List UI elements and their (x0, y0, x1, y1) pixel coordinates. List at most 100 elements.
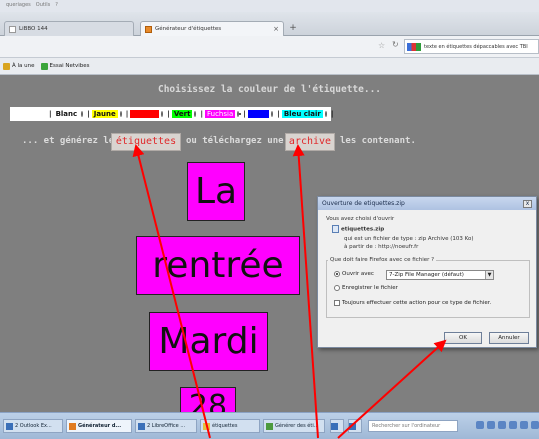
taskbar-item-generer[interactable]: Générer des éti... (263, 419, 325, 433)
taskbar-label: 2 Outlook Ex... (15, 423, 52, 429)
select-value: 7-Zip File Manager (défaut) (389, 272, 464, 278)
dialog-from-line: à partir de : http://noeufr.fr (344, 244, 419, 250)
label-card: Mardi (149, 312, 268, 371)
color-selector: | Blanc | Jaune | Rouge | Vert | Fuchsia… (10, 107, 333, 121)
taskbar: 2 Outlook Ex... Générateur d... 2 LibreO… (0, 412, 539, 439)
new-tab-button[interactable]: + (286, 23, 300, 35)
dialog-intro: Vous avez choisi d'ouvrir (326, 216, 395, 222)
tab-label: Générateur d'étiquettes (155, 26, 222, 32)
instruction-text-middle: ou téléchargez une (186, 136, 284, 146)
document-icon (266, 422, 273, 430)
menu-bar: queriages Outils ? (0, 0, 539, 12)
always-label: Toujours effectuer cette action pour ce … (342, 300, 492, 306)
bookmark-label: Essai Netvibes (49, 63, 90, 69)
dialog-title: Ouverture de etiquettes.zip (322, 200, 405, 207)
color-radio-bleu[interactable] (271, 111, 274, 117)
tab-generateur[interactable]: Générateur d'étiquettes × (140, 21, 284, 36)
firefox-page-icon (145, 25, 152, 33)
color-label-fuchsia: Fuchsia (205, 110, 236, 118)
reload-icon[interactable]: ↻ (392, 40, 399, 49)
archive-button[interactable]: archive (285, 133, 335, 151)
download-dialog: Ouverture de etiquettes.zip x Vous avez … (317, 196, 537, 348)
tab-label: LiBBO 144 (19, 26, 48, 32)
color-radio-fuchsia[interactable] (237, 111, 242, 117)
taskbar-label: étiquettes (212, 423, 238, 429)
color-radio-blanc[interactable] (81, 111, 84, 117)
menu-item[interactable]: queriages (6, 2, 31, 10)
tray-icon[interactable] (509, 421, 517, 429)
firefox-icon (69, 422, 76, 430)
dialog-filename: etiquettes.zip (332, 225, 384, 233)
open-with-option[interactable]: Ouvrir avec (334, 271, 374, 277)
filename-text: etiquettes.zip (341, 226, 385, 233)
outlook-icon (6, 422, 13, 430)
taskbar-item-generateur[interactable]: Générateur d... (66, 419, 132, 433)
instruction-text-end: les contenant. (340, 136, 416, 146)
save-file-radio[interactable] (334, 285, 340, 291)
color-radio-bleu-clair[interactable] (324, 111, 327, 117)
color-radio-rouge[interactable] (161, 111, 164, 117)
tray-icon[interactable] (520, 421, 528, 429)
menu-item[interactable]: ? (55, 2, 58, 10)
app-icon (331, 422, 338, 430)
search-engine-icon[interactable] (407, 42, 421, 51)
chevron-down-icon[interactable]: ▼ (485, 271, 493, 279)
bookmark-star-icon[interactable]: ☆ (378, 41, 385, 50)
taskbar-item-libreoffice[interactable]: 2 LibreOffice ... (135, 419, 197, 433)
save-file-option[interactable]: Enregistrer le fichier (334, 285, 398, 291)
bookmarks-toolbar: À la une Essai Netvibes (0, 58, 539, 75)
search-value: texte en étiquettes dépaccables avec TBI (424, 43, 528, 50)
color-label-rouge: Rouge (130, 110, 160, 118)
color-radio-jaune[interactable] (119, 111, 122, 117)
label-card: rentrée (136, 236, 300, 295)
always-option[interactable]: Toujours effectuer cette action pour ce … (334, 300, 491, 306)
color-label-bleu: Bleu (247, 110, 270, 118)
page-heading: Choisissez la couleur de l'étiquette... (157, 84, 382, 95)
taskbar-label: Générer des éti... (275, 423, 319, 429)
taskbar-item-outlook[interactable]: 2 Outlook Ex... (3, 419, 63, 433)
dialog-type-line: qui est un fichier de type : zip Archive… (344, 236, 474, 242)
color-label-bleu-clair: Bleu clair (281, 110, 323, 118)
action-question: Que doit faire Firefox avec ce fichier ? (328, 257, 437, 263)
ok-button[interactable]: OK (444, 332, 482, 344)
cancel-button[interactable]: Annuler (489, 332, 529, 344)
bookmark-label: À la une (12, 63, 35, 69)
taskbar-app-icon[interactable] (330, 419, 344, 433)
tray-icon[interactable] (476, 421, 484, 429)
menu-item[interactable]: Outils (36, 2, 50, 10)
taskbar-search-input[interactable]: Rechercher sur l'ordinateur (368, 420, 458, 432)
tray-icon[interactable] (487, 421, 495, 429)
instruction-text: ... et générez les (22, 136, 120, 146)
taskbar-app-icon[interactable] (348, 419, 362, 433)
taskbar-label: 2 LibreOffice ... (147, 423, 186, 429)
open-with-radio[interactable] (334, 271, 340, 277)
search-input[interactable]: texte en étiquettes dépaccables avec TBI (404, 39, 539, 54)
navigation-bar: ☆ ↻ texte en étiquettes dépaccables avec… (0, 36, 539, 58)
rss-icon (3, 62, 10, 70)
open-with-select[interactable]: 7-Zip File Manager (défaut) ▼ (386, 270, 494, 280)
page-icon (9, 25, 16, 33)
close-icon[interactable]: x (523, 199, 532, 208)
tab-libbo[interactable]: LiBBO 144 (4, 21, 134, 36)
netvibes-icon (40, 62, 48, 70)
etiquettes-button[interactable]: étiquettes (111, 133, 181, 151)
zip-file-icon (332, 225, 339, 233)
close-tab-icon[interactable]: × (273, 25, 279, 33)
bookmark-netvibes[interactable]: Essai Netvibes (40, 62, 90, 70)
tray-icon[interactable] (498, 421, 506, 429)
save-file-label: Enregistrer le fichier (342, 285, 398, 291)
color-label-blanc: Blanc (53, 110, 80, 118)
color-label-vert: Vert (171, 110, 193, 118)
color-radio-vert[interactable] (194, 111, 197, 117)
tab-strip: LiBBO 144 Générateur d'étiquettes × + (0, 12, 539, 36)
app-icon (349, 422, 356, 430)
tray-icon[interactable] (531, 421, 539, 429)
libreoffice-icon (138, 422, 145, 430)
bookmark-a-la-une[interactable]: À la une (3, 62, 35, 70)
system-tray (476, 421, 539, 429)
label-card: La (187, 162, 245, 221)
open-with-label: Ouvrir avec (342, 271, 374, 277)
color-label-jaune: Jaune (91, 110, 118, 118)
taskbar-item-etiquettes[interactable]: étiquettes (200, 419, 260, 433)
always-checkbox[interactable] (334, 300, 340, 306)
